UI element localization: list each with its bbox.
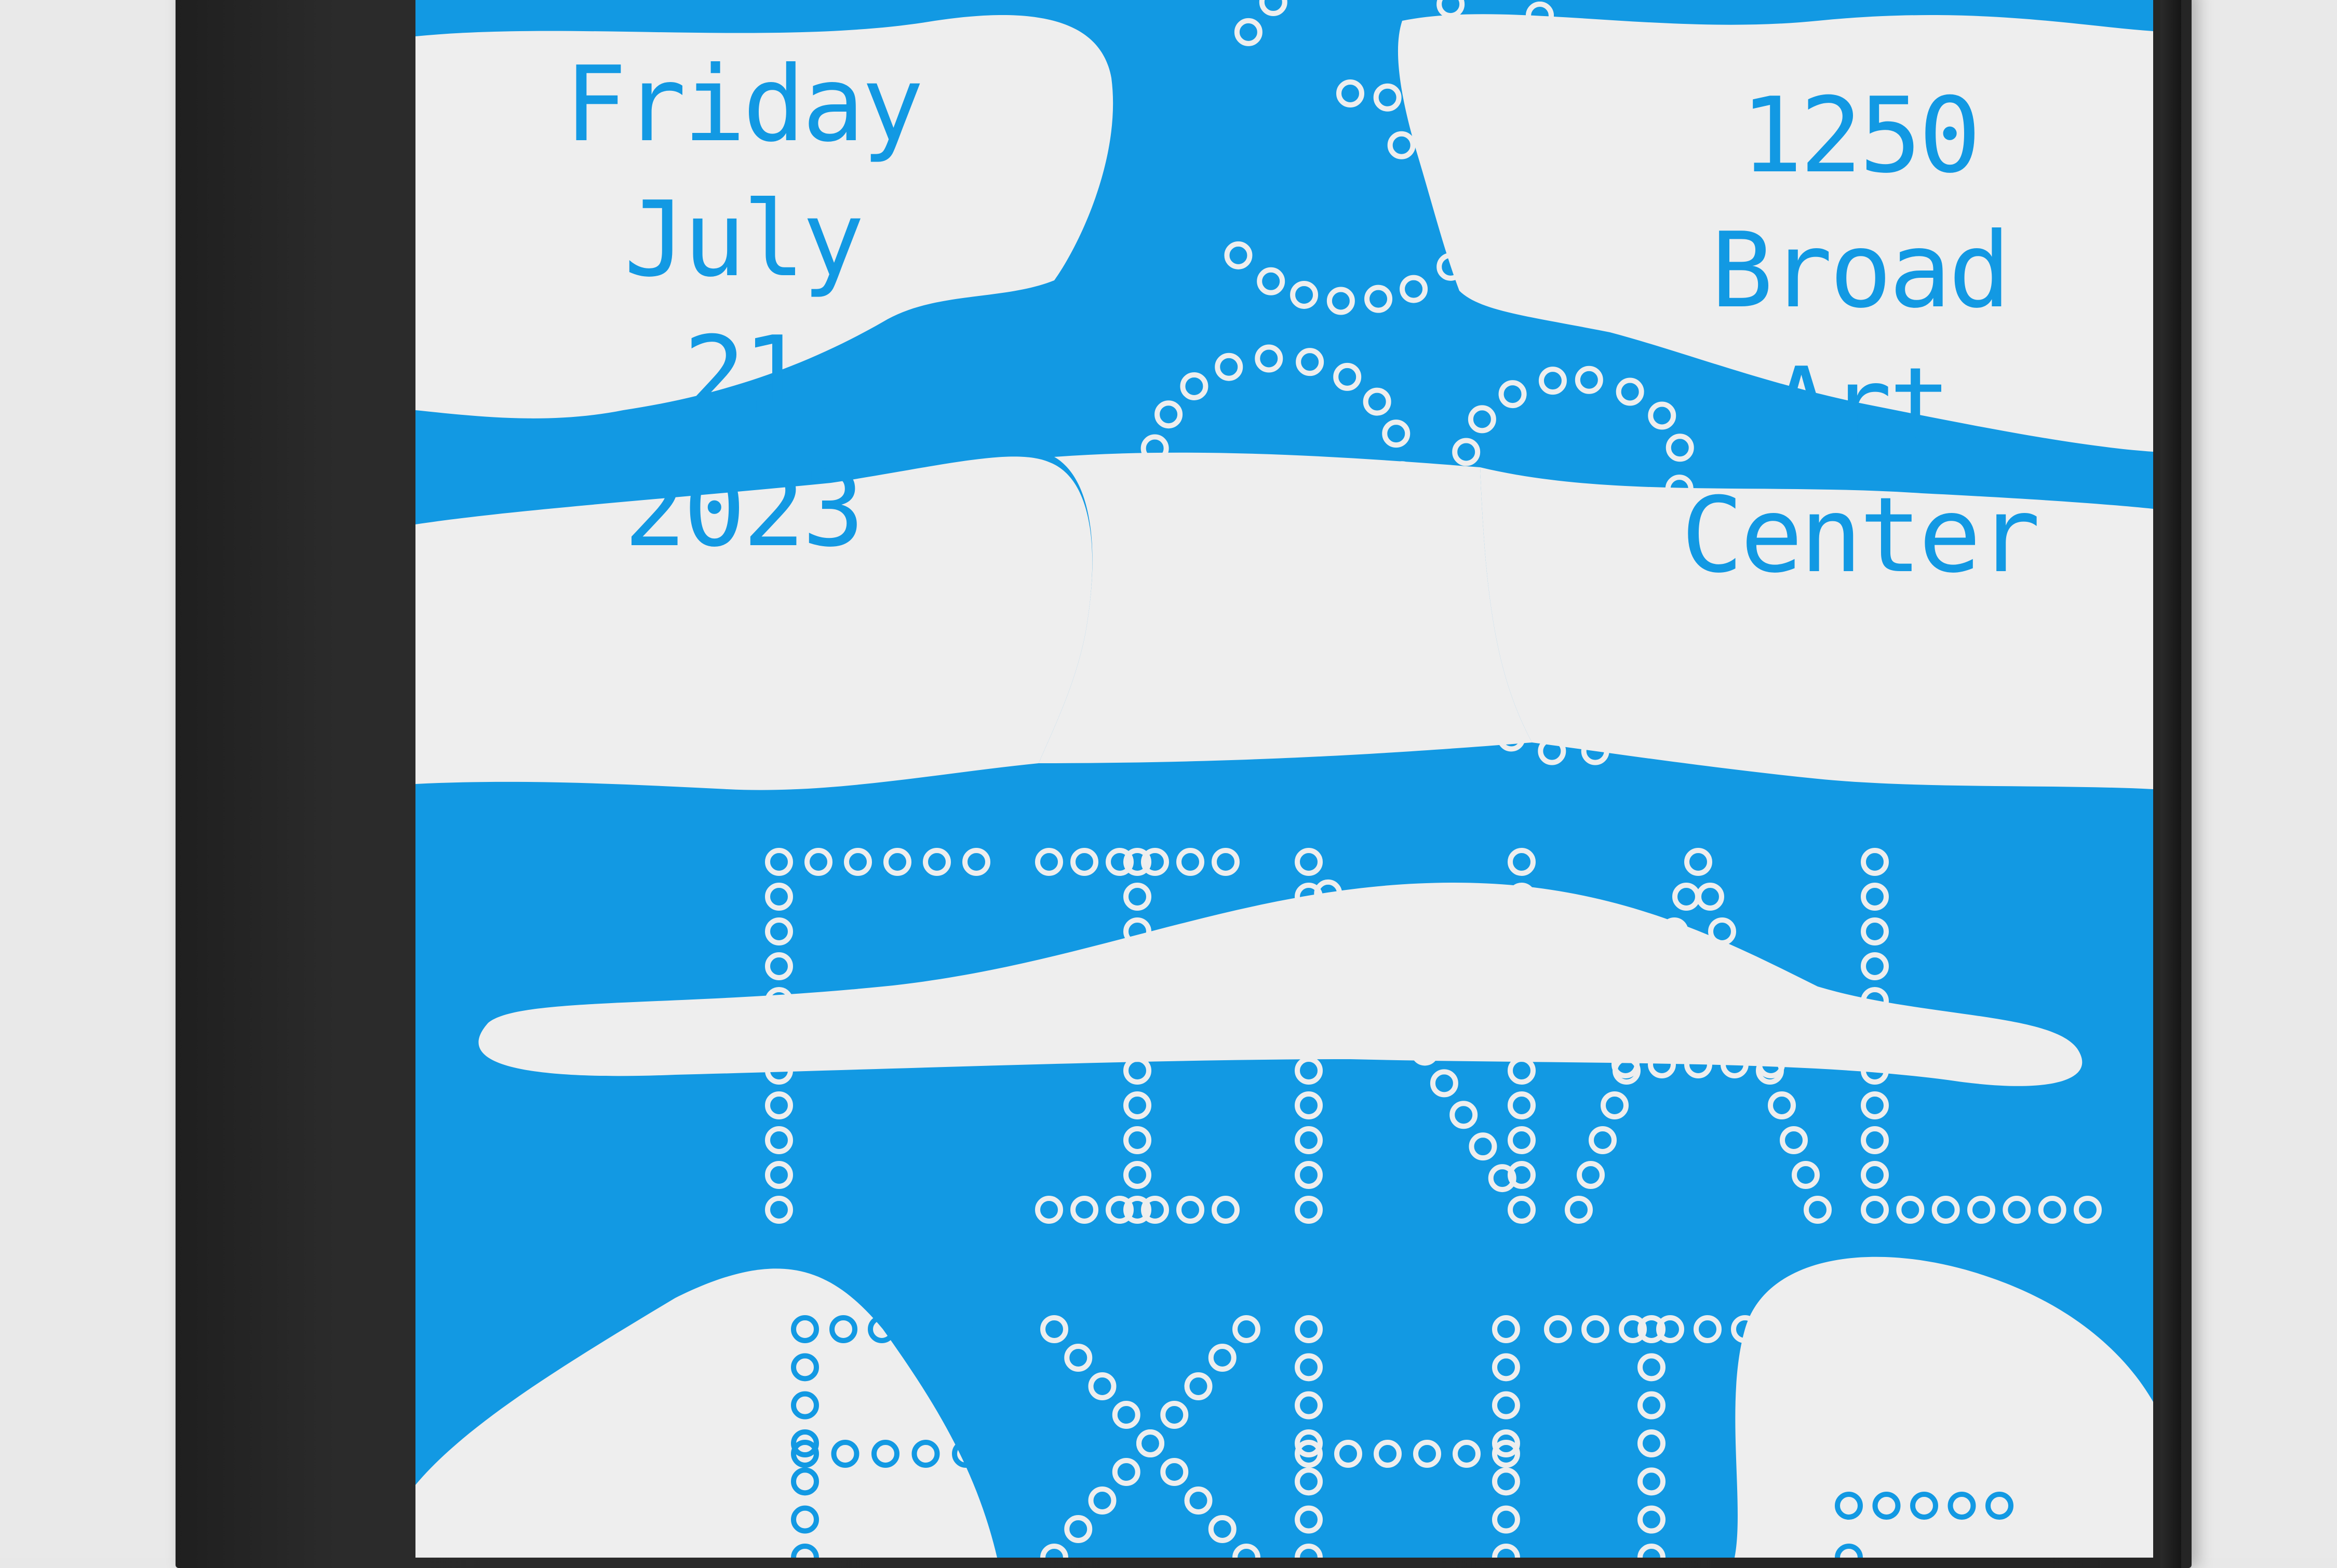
date-line-day: Friday [565,44,921,165]
date-line-year: 2023 [624,449,862,570]
date-line-month: July [624,179,862,300]
venue-line-number: 1250 [1740,75,1978,196]
date-line-date: 21 [683,314,802,435]
venue-line-art: Art [1770,345,1948,466]
venue-line-street: Broad [1711,210,2008,331]
exhibition-poster: Friday July 21 2023 1250 Broad Art Cente… [415,0,2153,1558]
venue-line-center: Center [1681,475,2037,596]
scene-background: Friday July 21 2023 1250 Broad Art Cente… [0,0,2337,1568]
poster-frame-edge [2160,0,2181,1568]
